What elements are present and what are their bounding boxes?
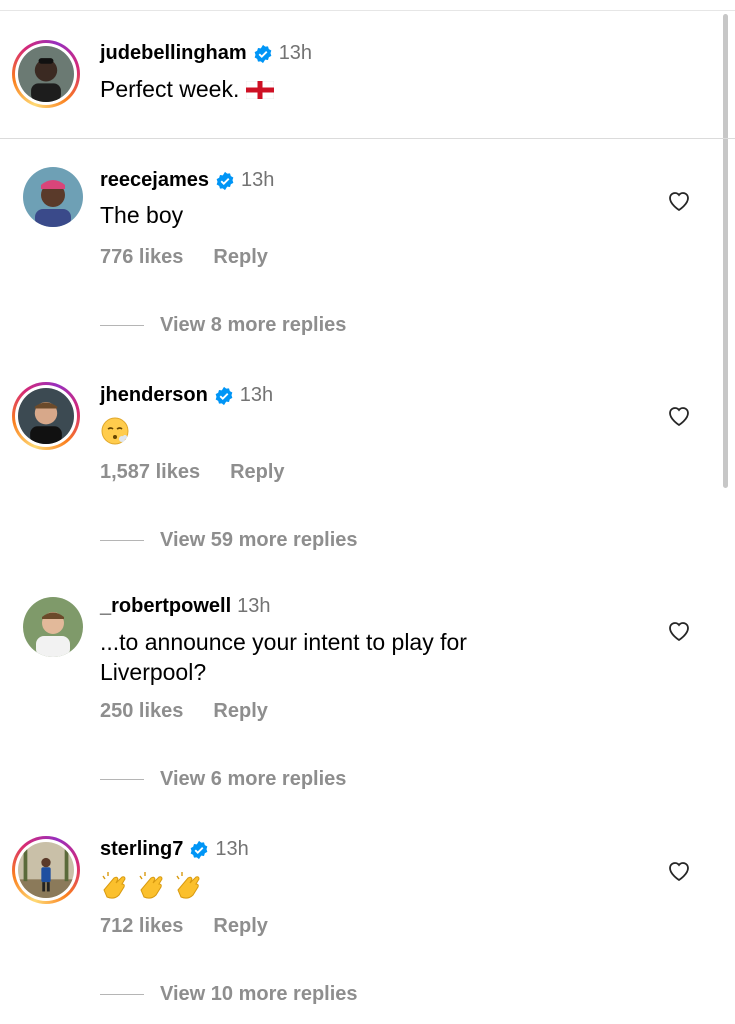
- avatar-sterling7[interactable]: [12, 836, 80, 904]
- comment-meta: 1,587 likes Reply: [100, 461, 285, 484]
- avatar-jhenderson[interactable]: [12, 382, 80, 450]
- view-replies-label: View 8 more replies: [160, 314, 347, 336]
- post-username[interactable]: judebellingham: [100, 42, 247, 65]
- comment-username-row: sterling7 13h: [100, 838, 249, 861]
- comment-meta: 250 likes Reply: [100, 700, 268, 723]
- verified-badge-icon: [254, 44, 272, 63]
- reply-button[interactable]: Reply: [230, 461, 284, 483]
- avatar-robertpowell[interactable]: [23, 597, 83, 657]
- avatar-reecejames[interactable]: [23, 167, 83, 227]
- england-flag-icon: [245, 80, 274, 100]
- verified-badge-icon: [191, 840, 208, 859]
- heart-icon[interactable]: [667, 860, 691, 882]
- comment-username-row: reecejames 13h: [100, 169, 274, 192]
- comment-meta: 776 likes Reply: [100, 246, 268, 269]
- post-caption-text: Perfect week.: [100, 76, 246, 102]
- likes-count[interactable]: 1,587 likes: [100, 461, 200, 483]
- clapping-hands-emoji-icon: [102, 872, 200, 899]
- comment-username-row: _robertpowell 13h: [100, 595, 271, 618]
- view-replies-button[interactable]: View 59 more replies: [100, 529, 358, 552]
- comment-time: 13h: [237, 595, 271, 617]
- reply-dash: [100, 779, 144, 780]
- comment-username[interactable]: _robertpowell: [100, 595, 231, 618]
- heart-icon[interactable]: [667, 620, 691, 642]
- comment-text: 👏👏👏: [100, 870, 210, 909]
- view-replies-label: View 6 more replies: [160, 768, 347, 790]
- view-replies-label: View 10 more replies: [160, 983, 358, 1005]
- verified-badge-icon: [215, 386, 233, 405]
- comment-text-line1: ...to announce your intent to play for: [100, 629, 467, 655]
- comment-time: 13h: [239, 384, 274, 406]
- post-username-row: judebellingham 13h: [100, 42, 312, 65]
- reply-dash: [100, 325, 144, 326]
- scrollbar[interactable]: [723, 14, 728, 488]
- comment-username[interactable]: sterling7: [100, 838, 183, 861]
- view-replies-button[interactable]: View 10 more replies: [100, 983, 358, 1006]
- comment-username[interactable]: jhenderson: [100, 384, 208, 407]
- comment-text: 😮‍💨: [100, 416, 130, 453]
- reply-dash: [100, 540, 144, 541]
- likes-count[interactable]: 776 likes: [100, 246, 183, 268]
- view-replies-button[interactable]: View 8 more replies: [100, 314, 346, 337]
- heart-icon[interactable]: [667, 405, 691, 427]
- comment-username-row: jhenderson 13h: [100, 384, 273, 407]
- likes-count[interactable]: 712 likes: [100, 915, 183, 937]
- comment-text-line2: Liverpool?: [100, 659, 207, 685]
- verified-badge-icon: [216, 171, 234, 190]
- face-exhaling-emoji-icon: [101, 417, 129, 445]
- comment-username[interactable]: reecejames: [100, 169, 209, 192]
- avatar-judebellingham[interactable]: [12, 40, 80, 108]
- top-divider: [0, 10, 735, 11]
- post-time: 13h: [278, 42, 313, 64]
- reply-button[interactable]: Reply: [213, 246, 267, 268]
- reply-button[interactable]: Reply: [213, 700, 267, 722]
- likes-count[interactable]: 250 likes: [100, 700, 183, 722]
- view-replies-button[interactable]: View 6 more replies: [100, 768, 346, 791]
- post-caption: Perfect week.: [100, 74, 274, 104]
- heart-icon[interactable]: [667, 190, 691, 212]
- comment-text: The boy: [100, 202, 184, 228]
- reply-button[interactable]: Reply: [213, 915, 267, 937]
- view-replies-label: View 59 more replies: [160, 529, 358, 551]
- comment-meta: 712 likes Reply: [100, 915, 268, 938]
- comment-time: 13h: [240, 169, 275, 191]
- comment-time: 13h: [215, 838, 249, 860]
- reply-dash: [100, 994, 144, 995]
- post-divider: [0, 138, 735, 139]
